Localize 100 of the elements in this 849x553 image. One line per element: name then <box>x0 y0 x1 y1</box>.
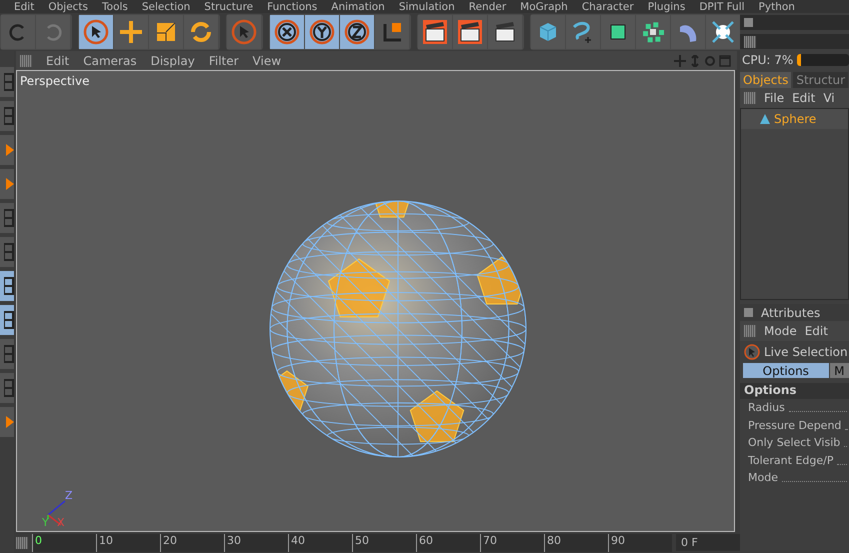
menu-item[interactable]: Objects <box>48 0 88 12</box>
mode-button[interactable] <box>0 305 14 335</box>
menu-item[interactable]: Structure <box>204 0 254 12</box>
polygon-mode-icon <box>4 311 14 329</box>
polygon-mode-icon <box>4 345 14 363</box>
clapperboard-icon <box>422 19 448 45</box>
toolbar-button[interactable] <box>340 15 374 49</box>
axis-lock-icon <box>344 19 370 45</box>
menu-item[interactable]: Edit <box>46 54 70 68</box>
axis-lock-icon <box>309 19 335 45</box>
field-label: Mode <box>748 471 778 484</box>
polygon-mode-icon <box>4 243 14 261</box>
frame-number: 10 <box>96 534 160 552</box>
zoom-view-icon[interactable] <box>689 54 701 66</box>
menu-item[interactable]: Cameras <box>83 54 137 68</box>
object-row[interactable]: Sphere <box>741 109 848 129</box>
frame-number: 20 <box>160 534 224 552</box>
panel-icon <box>744 18 753 27</box>
toolbar-button[interactable] <box>706 15 740 49</box>
viewport[interactable]: Perspective Z Y X <box>16 70 735 532</box>
polygon-mode-icon <box>4 107 14 125</box>
frame-number: 40 <box>288 534 352 552</box>
attribute-tab[interactable]: M <box>830 363 849 378</box>
toolbar-button[interactable] <box>601 15 635 49</box>
menu-item[interactable]: Character <box>582 0 634 12</box>
toolbar-button[interactable] <box>636 15 670 49</box>
panel-title: Attributes <box>761 306 820 320</box>
frame-number: 80 <box>544 534 608 552</box>
toolbar-button[interactable] <box>305 15 339 49</box>
toolbar-button[interactable] <box>488 15 522 49</box>
arrow-cursor-icon <box>231 19 257 45</box>
axis-gizmo-drawing: Z Y X <box>41 487 81 527</box>
cone-icon <box>4 414 14 430</box>
tool-name: Live Selection <box>764 345 848 359</box>
frame-number: 60 <box>416 534 480 552</box>
cpu-label: CPU: 7% <box>742 53 794 67</box>
menu-item[interactable]: Python <box>758 0 795 12</box>
menu-item[interactable]: Edit <box>804 324 828 338</box>
polygon-mode-icon <box>4 379 14 397</box>
menu-item[interactable]: MoGraph <box>520 0 568 12</box>
menu-item[interactable]: Mode <box>764 324 797 338</box>
grip-icon <box>744 325 756 337</box>
cone-icon <box>4 176 14 192</box>
menu-item[interactable]: Display <box>150 54 195 68</box>
field-label: Radius <box>748 401 785 414</box>
timeline-ruler[interactable]: 0 10 20 30 40 50 60 70 80 90 <box>32 534 672 552</box>
field-label: Only Select Visib <box>748 436 840 450</box>
menu-item[interactable]: View <box>252 54 282 68</box>
toolbar-button[interactable] <box>418 15 452 49</box>
move-view-icon[interactable] <box>674 54 686 66</box>
grip-icon <box>744 92 756 104</box>
expand-arrows-icon <box>710 19 736 45</box>
toolbar-button[interactable] <box>79 15 113 49</box>
menu-item[interactable]: Plugins <box>648 0 686 12</box>
grip-icon <box>744 36 756 48</box>
view-label: Perspective <box>20 74 90 88</box>
menu-item[interactable]: File <box>764 91 784 105</box>
arrow-cursor-icon <box>744 344 760 360</box>
polygon-mode-icon <box>4 73 14 91</box>
axis-lock-icon <box>274 19 300 45</box>
menu-item[interactable]: Render <box>468 0 506 12</box>
rotate-icon <box>188 19 214 45</box>
rotate-view-icon[interactable] <box>704 54 716 66</box>
toolbar-button[interactable] <box>453 15 487 49</box>
cone-icon <box>4 142 14 158</box>
arrow-cursor-icon <box>83 19 109 45</box>
toolbar-button[interactable] <box>270 15 304 49</box>
menu-item[interactable]: Simulation <box>398 0 455 12</box>
menu-item[interactable]: Tools <box>102 0 128 12</box>
panel-tab[interactable]: Structur <box>793 72 848 88</box>
sphere-object-icon <box>759 113 771 125</box>
menu-item[interactable]: Animation <box>331 0 385 12</box>
menu-item[interactable]: Edit <box>792 91 816 105</box>
maximize-icon[interactable] <box>719 54 731 66</box>
mode-button[interactable] <box>0 271 14 301</box>
frame-field[interactable]: 0 F <box>676 534 740 551</box>
field-label: Pressure Depend <box>748 418 842 432</box>
menu-item[interactable]: Selection <box>142 0 190 12</box>
attribute-tab[interactable]: Options <box>743 363 829 378</box>
panel-icon <box>744 308 753 317</box>
toolbar-button[interactable] <box>375 15 409 49</box>
section-header: Options <box>740 383 849 399</box>
object-name: Sphere <box>774 112 816 126</box>
menu-item[interactable]: Vi <box>823 91 835 105</box>
menu-item[interactable]: DPIT Full <box>699 0 745 12</box>
grip-icon <box>16 536 28 548</box>
panel-tab[interactable]: Objects <box>740 72 792 88</box>
frame-number: 90 <box>608 534 672 552</box>
frame-number: 30 <box>224 534 288 552</box>
menu-item[interactable]: Edit <box>14 0 34 12</box>
frame-number: 50 <box>352 534 416 552</box>
menu-item[interactable]: Filter <box>208 54 239 68</box>
clapperboard-icon <box>457 19 483 45</box>
frame-number: 0 <box>32 534 96 552</box>
field-label: Tolerant Edge/P <box>748 454 834 467</box>
polygon-mode-icon <box>4 209 14 227</box>
menu-item[interactable]: Functions <box>267 0 318 12</box>
toolbar-button[interactable] <box>149 15 183 49</box>
move-icon <box>118 19 144 45</box>
frame-number: 70 <box>480 534 544 552</box>
